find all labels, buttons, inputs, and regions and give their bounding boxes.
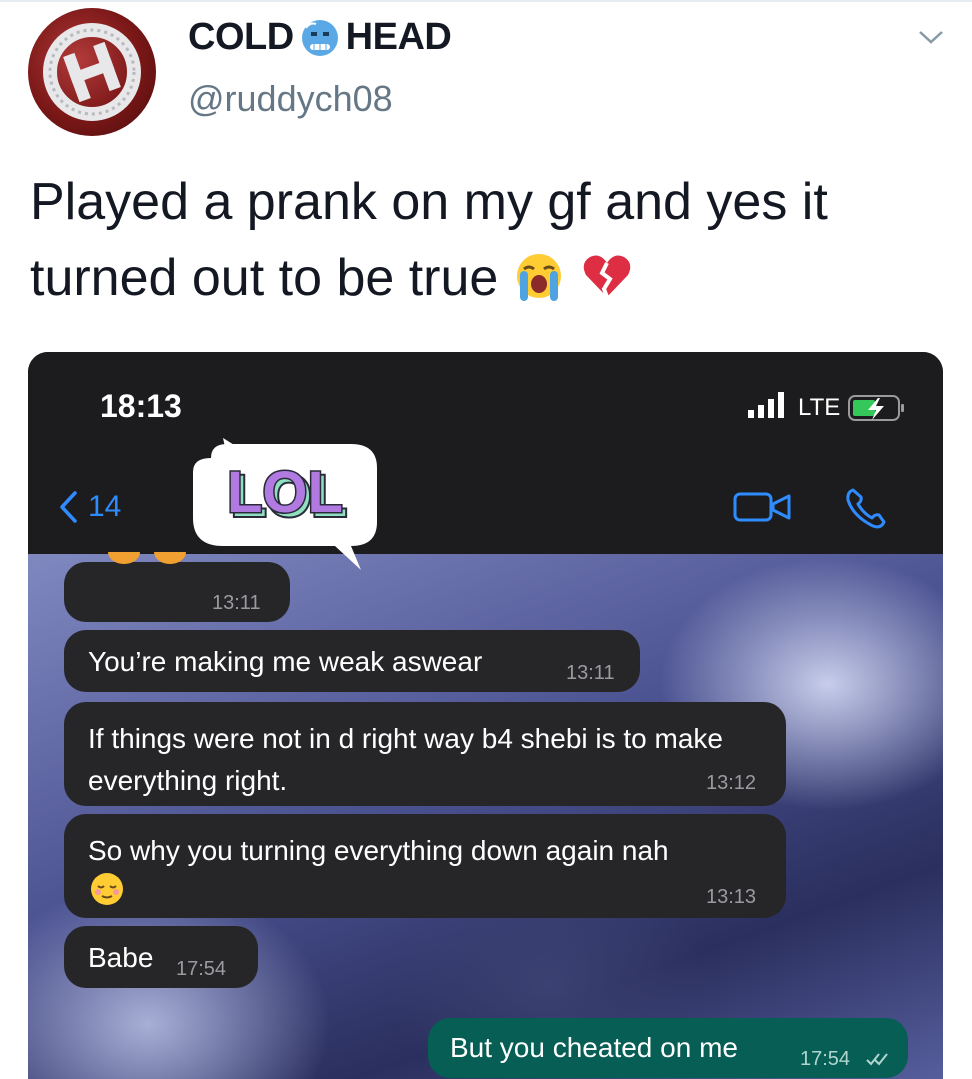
message-bubble[interactable]: If things were not in d right way b4 she… [64,702,786,806]
chevron-left-icon [60,491,77,523]
tweet-text-content: Played a prank on my gf and yes it turne… [30,173,828,307]
relieved-face-icon [91,873,123,905]
message-text: So why you turning everything down again… [88,835,669,866]
message-time: 13:12 [706,772,757,794]
emoji-partial-icon [108,552,186,564]
video-call-icon[interactable] [733,490,793,524]
message-text: Babe [88,942,154,973]
message-time: 13:13 [706,886,757,908]
author-name[interactable]: COLD HEAD [188,16,452,59]
message-bubble[interactable]: So why you turning everything down again… [64,814,786,918]
chevron-down-icon[interactable] [916,26,946,48]
message-bubble[interactable]: Babe 17:54 [64,926,258,988]
message-text: You’re making me weak aswear [88,646,483,677]
signal-bars-icon [748,392,784,418]
sent-message-bubble[interactable]: But you cheated on me 17:54 [428,1018,908,1078]
status-bar: 18:13 LTE [28,352,943,460]
broken-heart-icon [584,255,631,298]
author-name-part1: COLD [188,16,294,58]
chat-header: 14 [28,460,943,554]
message-text: But you cheated on me [450,1032,738,1063]
lol-sticker: LOL LOL [193,438,377,570]
cold-face-icon [301,19,338,56]
loudly-crying-face-icon [517,254,562,301]
back-button[interactable]: 14 [58,490,121,524]
avatar[interactable] [28,8,156,136]
message-time: 17:54 [176,958,227,980]
read-receipt-icon [866,1053,888,1066]
author-handle[interactable]: @ruddych08 [188,78,393,120]
message-text: If things were not in d right way b4 she… [88,723,723,796]
tweet-text: Played a prank on my gf and yes it turne… [30,164,950,316]
message-time: 13:11 [212,592,261,614]
phone-call-icon[interactable] [843,486,889,532]
back-count: 14 [88,490,122,523]
message-time: 17:54 [800,1048,851,1070]
top-divider [0,0,972,2]
message-time: 13:11 [566,662,615,684]
message-bubble[interactable]: You’re making me weak aswear 13:11 [64,630,640,692]
author-name-part2: HEAD [345,16,452,58]
h-logo-icon [43,23,141,121]
network-type: LTE [798,394,841,421]
battery-charging-icon [848,395,904,421]
sticker-text-front: LOL [227,460,343,525]
status-time: 18:13 [100,388,182,424]
